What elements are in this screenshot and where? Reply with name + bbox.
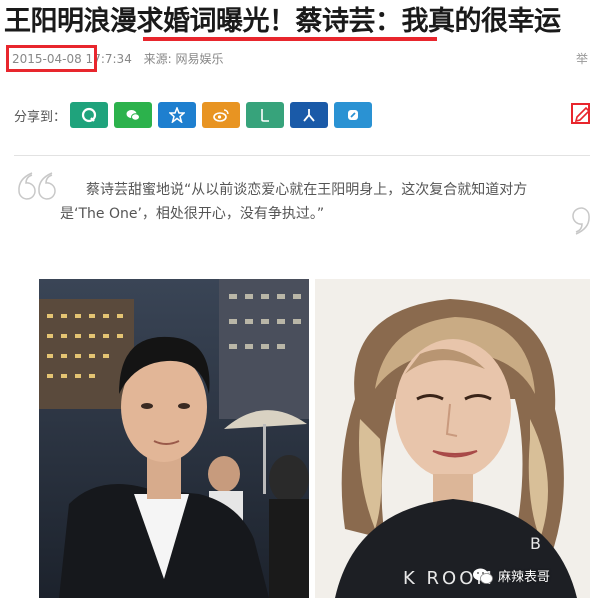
quote-line-1: 蔡诗芸甜蜜地说“从以前谈恋爱心就在王阳明身上，这次复合就知道对方 [86, 182, 528, 198]
edit-comment-icon[interactable] [570, 100, 590, 126]
watermark-text: 麻辣表哥 [498, 570, 551, 585]
star-icon [169, 107, 186, 123]
pull-quote: 蔡诗芸甜蜜地说“从以前谈恋爱心就在王阳明身上，这次复合就知道对方 是‘The O… [60, 178, 540, 226]
share-qq-button[interactable] [70, 102, 109, 128]
red-box-annotation [6, 45, 97, 72]
share-lofter-button[interactable] [246, 102, 285, 128]
open-quote-icon [18, 172, 56, 200]
wechat-icon [473, 568, 493, 584]
share-label: 分享到： [14, 109, 67, 125]
share-qzone-button[interactable] [158, 102, 197, 128]
report-link[interactable]: 举 [576, 50, 588, 67]
share-bar: 分享到： [14, 102, 378, 128]
photo-woman: K ROOM B [315, 279, 590, 598]
lofter-icon [261, 109, 270, 122]
publish-time: 7:34 [104, 52, 132, 66]
svg-text:B: B [530, 534, 541, 553]
close-quote-icon [572, 207, 590, 235]
article-headline: 王阳明浪漫求婚词曝光！蔡诗芸：我真的很幸运 [4, 6, 561, 37]
qq-icon [81, 107, 97, 123]
section-divider [14, 155, 590, 156]
yixin-icon [348, 110, 359, 120]
share-weibo-button[interactable] [202, 102, 241, 128]
wechat-icon [126, 110, 141, 121]
share-yixin-button[interactable] [334, 102, 373, 128]
article-source: 来源: 网易娱乐 [143, 52, 224, 66]
weibo-icon [213, 109, 229, 122]
photo-man [39, 279, 309, 598]
renren-icon [303, 109, 315, 122]
watermark: 麻辣表哥 [472, 566, 550, 585]
share-wechat-button[interactable] [114, 102, 153, 128]
quote-line-2: 是‘The One’，相处很开心，没有争执过。” [60, 206, 325, 222]
share-renren-button[interactable] [290, 102, 329, 128]
red-underline-annotation [143, 37, 437, 41]
